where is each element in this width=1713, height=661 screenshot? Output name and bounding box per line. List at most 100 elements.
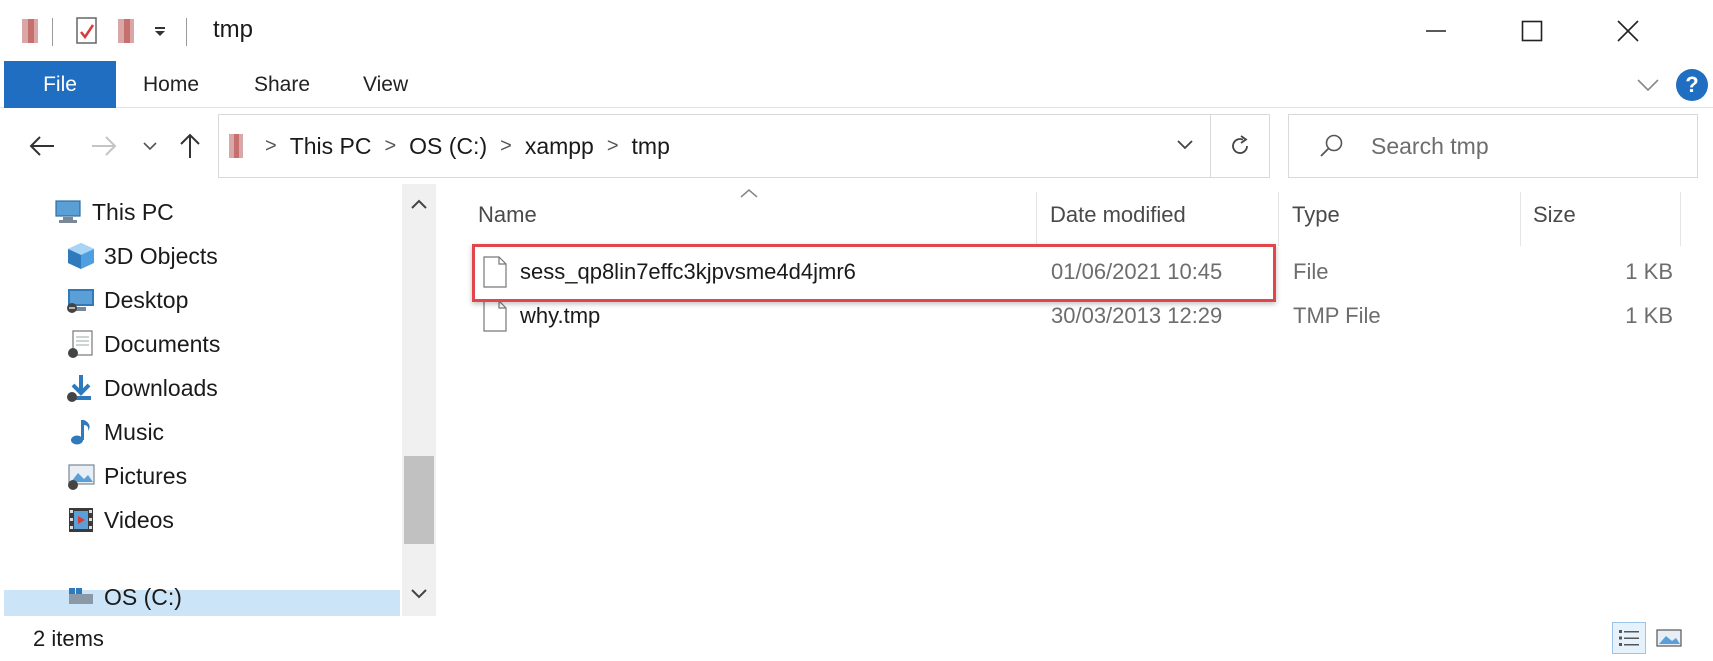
- close-button[interactable]: [1580, 0, 1676, 61]
- nav-item-downloads[interactable]: Downloads: [64, 366, 218, 410]
- file-type: File: [1293, 259, 1329, 284]
- arrow-right-icon: [92, 136, 117, 156]
- folder-icon: [227, 132, 247, 160]
- maximize-button[interactable]: [1484, 0, 1580, 61]
- help-button[interactable]: ?: [1676, 69, 1708, 101]
- toolbar-separator: [52, 18, 53, 46]
- chevron-down-icon: [1637, 79, 1659, 92]
- large-icons-view-button[interactable]: [1652, 622, 1686, 654]
- refresh-button[interactable]: [1210, 114, 1270, 178]
- ribbon-tabs: File Home Share View ?: [0, 61, 1713, 108]
- breadcrumb-os-c[interactable]: OS (C:): [409, 133, 487, 160]
- breadcrumb-separator-icon[interactable]: >: [265, 135, 277, 158]
- download-icon: [64, 371, 98, 405]
- pc-icon: [52, 195, 86, 229]
- file-list: Name Date modified Type Size sess_qp8lin…: [440, 184, 1713, 616]
- forward-button[interactable]: [86, 126, 122, 166]
- breadcrumb-separator-icon[interactable]: >: [607, 135, 619, 158]
- nav-pane-scrollbar[interactable]: [402, 184, 436, 616]
- address-bar[interactable]: > This PC > OS (C:) > xampp > tmp: [218, 114, 1270, 178]
- file-date: 01/06/2021 10:45: [1051, 259, 1223, 284]
- refresh-icon: [1232, 135, 1248, 154]
- expand-ribbon-button[interactable]: [1634, 71, 1662, 99]
- nav-item-pictures[interactable]: Pictures: [64, 454, 187, 498]
- tab-view[interactable]: View: [363, 61, 408, 108]
- breadcrumb-tmp[interactable]: tmp: [632, 133, 670, 160]
- nav-item-os-c[interactable]: OS (C:): [64, 542, 182, 616]
- breadcrumb-separator-icon[interactable]: >: [500, 135, 512, 158]
- back-button[interactable]: [24, 126, 60, 166]
- desktop-icon: [64, 283, 98, 317]
- column-divider[interactable]: [1036, 192, 1037, 246]
- column-header-size[interactable]: Size: [1533, 184, 1673, 246]
- cube-icon: [64, 239, 98, 273]
- column-divider[interactable]: [1680, 192, 1681, 246]
- file-size: 1 KB: [1625, 303, 1673, 328]
- file-name: sess_qp8lin7effc3kjpvsme4d4jmr6: [520, 259, 856, 284]
- tab-share[interactable]: Share: [254, 61, 310, 108]
- chevron-down-icon: [411, 589, 427, 599]
- recent-locations-button[interactable]: [138, 126, 162, 166]
- large-icons-view-icon: [1656, 629, 1682, 647]
- breadcrumb-separator-icon[interactable]: >: [384, 135, 396, 158]
- arrow-left-icon: [29, 136, 54, 156]
- new-folder-icon[interactable]: [112, 14, 142, 48]
- column-header-name[interactable]: Name: [478, 184, 948, 246]
- column-header-date[interactable]: Date modified: [1050, 184, 1250, 246]
- videos-icon: [64, 503, 98, 537]
- details-view-button[interactable]: [1612, 622, 1646, 654]
- title-bar: tmp: [0, 0, 1713, 61]
- breadcrumb-this-pc[interactable]: This PC: [290, 133, 372, 160]
- nav-item-desktop[interactable]: Desktop: [64, 278, 188, 322]
- scrollbar-thumb[interactable]: [404, 456, 434, 544]
- tab-file[interactable]: File: [4, 61, 116, 108]
- music-note-icon: [64, 415, 98, 449]
- file-row[interactable]: why.tmp 30/03/2013 12:29 TMP File 1 KB: [440, 294, 1690, 338]
- arrow-up-icon: [180, 133, 200, 158]
- nav-item-3d-objects[interactable]: 3D Objects: [64, 234, 218, 278]
- search-input[interactable]: Search tmp: [1288, 114, 1698, 178]
- file-type: TMP File: [1293, 303, 1381, 328]
- status-bar: 2 items: [0, 616, 1713, 661]
- search-placeholder: Search tmp: [1371, 133, 1489, 159]
- nav-item-videos[interactable]: Videos: [64, 498, 174, 542]
- customize-toolbar-icon[interactable]: [148, 14, 172, 48]
- search-icon: [1319, 133, 1345, 164]
- minimize-icon: [1426, 29, 1446, 32]
- column-divider[interactable]: [1520, 192, 1521, 246]
- toolbar-separator: [186, 18, 187, 46]
- chevron-down-icon: [1177, 140, 1193, 150]
- breadcrumb-xampp[interactable]: xampp: [525, 133, 594, 160]
- documents-icon: [64, 327, 98, 361]
- scroll-down-button[interactable]: [402, 574, 436, 614]
- file-icon: [482, 250, 508, 294]
- drive-icon: [64, 580, 98, 614]
- chevron-up-icon: [411, 199, 427, 209]
- scroll-up-button[interactable]: [402, 184, 436, 224]
- navigation-pane: This PC 3D Objects Desktop Documents Dow…: [0, 184, 436, 616]
- maximize-icon: [1521, 20, 1543, 41]
- details-view-icon: [1619, 630, 1639, 646]
- file-icon: [482, 294, 508, 338]
- up-button[interactable]: [174, 126, 206, 166]
- nav-item-this-pc[interactable]: This PC: [52, 190, 174, 234]
- item-count: 2 items: [33, 626, 104, 651]
- tab-home[interactable]: Home: [143, 61, 199, 108]
- nav-item-documents[interactable]: Documents: [64, 322, 220, 366]
- file-size: 1 KB: [1625, 259, 1673, 284]
- minimize-button[interactable]: [1388, 0, 1484, 61]
- column-header-type[interactable]: Type: [1292, 184, 1492, 246]
- file-row[interactable]: sess_qp8lin7effc3kjpvsme4d4jmr6 01/06/20…: [440, 250, 1690, 294]
- pictures-icon: [64, 459, 98, 493]
- file-date: 30/03/2013 12:29: [1051, 303, 1223, 328]
- properties-icon[interactable]: [70, 14, 104, 48]
- address-dropdown-button[interactable]: [1160, 114, 1210, 176]
- nav-item-music[interactable]: Music: [64, 410, 164, 454]
- navigation-bar: > This PC > OS (C:) > xampp > tmp Search…: [0, 108, 1713, 184]
- folder-icon: [16, 14, 46, 48]
- window-title: tmp: [213, 16, 254, 43]
- column-divider[interactable]: [1278, 192, 1279, 246]
- file-name: why.tmp: [520, 303, 601, 328]
- chevron-down-icon: [143, 142, 157, 151]
- close-icon: [1617, 19, 1639, 42]
